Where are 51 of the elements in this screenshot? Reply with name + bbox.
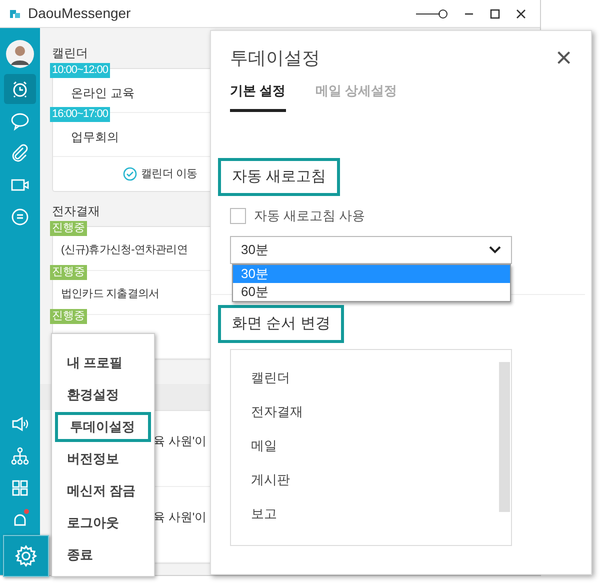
- time-tag: 10:00~12:00: [50, 63, 110, 78]
- scrollbar-thumb[interactable]: [499, 362, 510, 512]
- section-title: 캘린더: [52, 45, 88, 62]
- tab[interactable]: 기본 설정: [230, 81, 286, 112]
- event-title: 온라인 교육: [71, 85, 134, 102]
- list-item[interactable]: 전자결재: [251, 404, 303, 419]
- list-item[interactable]: 보고: [251, 506, 277, 521]
- settings-icon: [14, 544, 38, 568]
- section-heading: 화면 순서 변경: [218, 304, 344, 343]
- sidebar-button[interactable]: [3, 535, 49, 577]
- menu-item[interactable]: 버전정보: [55, 444, 151, 474]
- section-heading: 자동 새로고침: [218, 158, 340, 196]
- menu-item[interactable]: 종료: [55, 540, 151, 570]
- grid-icon: [10, 478, 30, 498]
- notice-text: 육 사원'이: [153, 434, 207, 448]
- sidebar-button[interactable]: [4, 74, 36, 104]
- status-tag: 진행중: [50, 265, 87, 280]
- speech-bubble-icon: [10, 111, 30, 131]
- menu-item[interactable]: 내 프로필: [55, 348, 151, 378]
- maximize-icon[interactable]: [490, 8, 500, 18]
- list-item[interactable]: 캘린더: [251, 370, 290, 385]
- chat-list-icon: [10, 207, 30, 227]
- menu-item[interactable]: 투데이설정: [55, 412, 151, 442]
- document-title: 법인카드 지출결의서: [61, 287, 160, 302]
- menu-item[interactable]: 환경설정: [55, 380, 151, 410]
- status-tag: 진행중: [50, 309, 87, 324]
- list-item[interactable]: 메일: [251, 438, 277, 453]
- section-title: 전자결재: [52, 203, 100, 220]
- calendar-link[interactable]: 캘린더 이동: [141, 166, 198, 182]
- document-title: (신규)휴가신청-연차관리연: [61, 243, 188, 258]
- close-icon[interactable]: [516, 8, 526, 18]
- paperclip-icon: [10, 143, 30, 163]
- window-title: DaouMessenger: [28, 4, 131, 23]
- org-chart-icon: [10, 446, 30, 466]
- pin-slider-icon[interactable]: [416, 8, 448, 20]
- list-item[interactable]: 게시판: [251, 472, 290, 487]
- dropdown-option[interactable]: 60분: [233, 282, 510, 300]
- check-circle-icon: [123, 167, 137, 181]
- time-tag: 16:00~17:00: [50, 107, 110, 122]
- checkbox-label: 자동 새로고침 사용: [254, 207, 366, 225]
- dialog-title: 투데이설정: [230, 46, 320, 70]
- checkbox[interactable]: [230, 208, 246, 224]
- event-title: 업무회의: [71, 129, 119, 146]
- chevron-down-icon: [489, 246, 501, 254]
- notice-text: 육 사원'이: [153, 510, 207, 524]
- menu-item[interactable]: 메신저 잠금: [55, 476, 151, 506]
- close-button[interactable]: ×: [556, 44, 572, 72]
- status-tag: 진행중: [50, 221, 87, 236]
- speaker-icon: [10, 414, 30, 434]
- avatar[interactable]: [6, 40, 34, 68]
- menu-item[interactable]: 로그아웃: [55, 508, 151, 538]
